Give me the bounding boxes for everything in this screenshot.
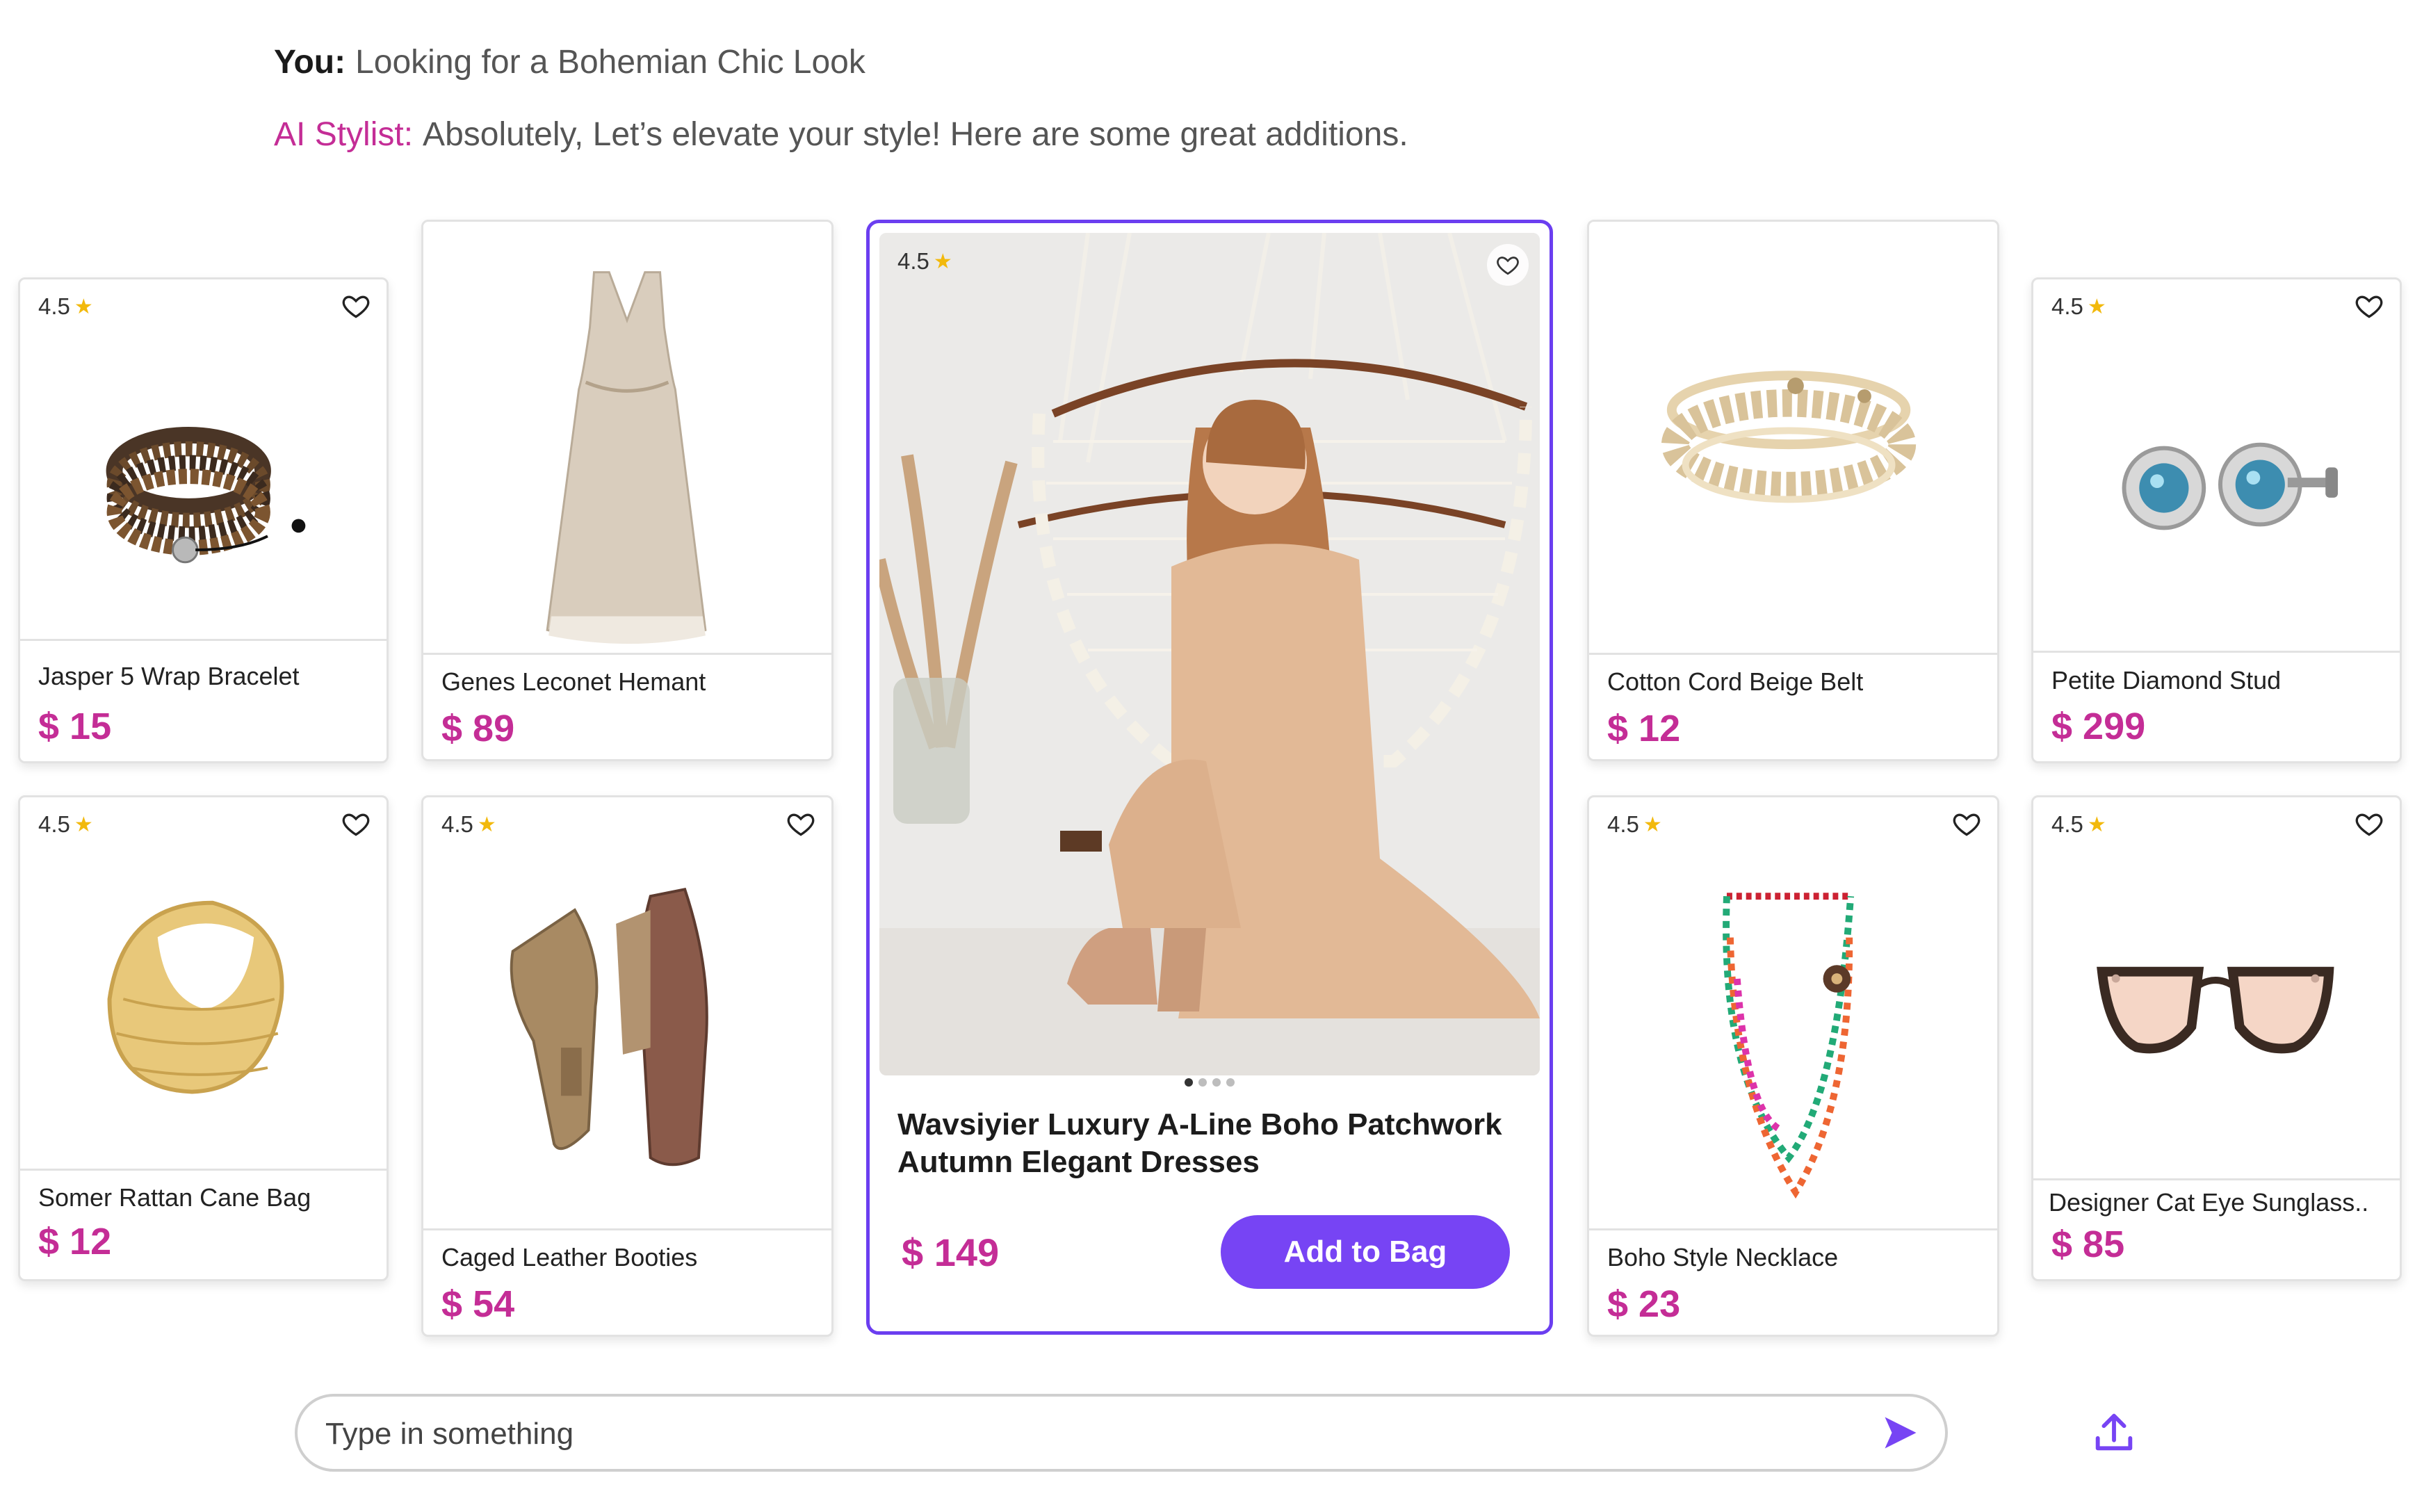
star-icon: ★ bbox=[74, 813, 93, 836]
product-price: $ 12 bbox=[38, 1221, 112, 1262]
product-name: Boho Style Necklace bbox=[1607, 1243, 1839, 1271]
star-icon: ★ bbox=[1643, 813, 1662, 836]
product-name: Somer Rattan Cane Bag bbox=[38, 1183, 311, 1212]
rating-value: 4.5 bbox=[1607, 811, 1639, 837]
product-card-booties[interactable]: 4.5 ★ Caged Leather Booties $ 54 bbox=[421, 795, 834, 1337]
featured-product-price: $ 149 bbox=[902, 1230, 1000, 1274]
rating-value: 4.5 bbox=[897, 248, 929, 274]
user-label: You: bbox=[274, 44, 346, 81]
card-divider bbox=[2033, 651, 2400, 653]
heart-outline-icon[interactable] bbox=[786, 808, 816, 839]
carousel-dot[interactable] bbox=[1212, 1078, 1221, 1087]
user-message-text: Looking for a Bohemian Chic Look bbox=[355, 44, 865, 81]
ai-label: AI Stylist: bbox=[274, 116, 414, 153]
product-card-bag[interactable]: 4.5 ★ Somer Rattan Cane Bag $ 12 bbox=[18, 795, 389, 1281]
product-image-booties bbox=[423, 867, 831, 1228]
product-name: Cotton Cord Beige Belt bbox=[1607, 667, 1864, 696]
chat-input-bar bbox=[295, 1394, 1948, 1472]
carousel-dots[interactable] bbox=[870, 1078, 1550, 1087]
rating-value: 4.5 bbox=[2051, 811, 2083, 837]
card-divider bbox=[423, 653, 831, 655]
star-icon: ★ bbox=[2087, 295, 2106, 318]
heart-outline-icon[interactable] bbox=[341, 291, 371, 321]
product-image-dress bbox=[423, 243, 831, 653]
rating-value: 4.5 bbox=[2051, 293, 2083, 319]
ai-message: AI Stylist: Absolutely, Let’s elevate you… bbox=[274, 115, 1408, 154]
add-to-bag-button[interactable]: Add to Bag bbox=[1221, 1215, 1510, 1289]
product-card-dress[interactable]: Genes Leconet Hemant $ 89 bbox=[421, 220, 834, 761]
product-name: Designer Cat Eye Sunglass.. bbox=[2049, 1188, 2369, 1217]
ai-message-text: Absolutely, Let’s elevate your style! He… bbox=[423, 116, 1408, 153]
heart-outline-icon[interactable] bbox=[341, 808, 371, 839]
user-message: You: Looking for a Bohemian Chic Look bbox=[274, 43, 865, 81]
rating: 4.5 ★ bbox=[897, 248, 952, 275]
product-card-necklace[interactable]: 4.5 ★ Boho Style Necklace $ 23 bbox=[1587, 795, 1999, 1337]
product-card-earrings[interactable]: 4.5 ★ Petite Diamond Stud $ 299 bbox=[2031, 277, 2402, 763]
product-image-bracelet bbox=[20, 342, 387, 634]
product-price: $ 85 bbox=[2051, 1224, 2125, 1265]
heart-outline-icon[interactable] bbox=[1951, 808, 1982, 839]
product-price: $ 12 bbox=[1607, 708, 1681, 749]
star-icon: ★ bbox=[74, 295, 93, 318]
rating-value: 4.5 bbox=[38, 293, 70, 319]
carousel-dot[interactable] bbox=[1185, 1078, 1193, 1087]
product-price: $ 23 bbox=[1607, 1283, 1681, 1325]
featured-product-image bbox=[879, 233, 1540, 1075]
featured-product-card[interactable]: 4.5 ★ Wavsiyier Luxury A-Line Boho Patchw… bbox=[866, 220, 1553, 1335]
heart-outline-icon[interactable] bbox=[2354, 808, 2384, 839]
rating: 4.5 ★ bbox=[38, 811, 93, 838]
product-name: Genes Leconet Hemant bbox=[441, 667, 706, 696]
star-icon: ★ bbox=[933, 250, 952, 273]
send-icon[interactable] bbox=[1880, 1412, 1921, 1454]
rating: 4.5 ★ bbox=[1607, 811, 1662, 838]
product-image-bag bbox=[20, 860, 387, 1152]
product-image-sunglasses bbox=[2033, 860, 2400, 1166]
card-divider bbox=[1589, 653, 1997, 655]
product-image-earrings bbox=[2033, 342, 2400, 634]
featured-product-title: Wavsiyier Luxury A-Line Boho Patchwork A… bbox=[897, 1107, 1502, 1179]
card-divider bbox=[1589, 1228, 1997, 1230]
card-divider bbox=[2033, 1178, 2400, 1180]
product-name: Caged Leather Booties bbox=[441, 1243, 698, 1271]
rating: 4.5 ★ bbox=[2051, 811, 2106, 838]
star-icon: ★ bbox=[477, 813, 496, 836]
product-price: $ 299 bbox=[2051, 706, 2146, 747]
upload-icon[interactable] bbox=[2090, 1408, 2138, 1456]
card-divider bbox=[20, 639, 387, 641]
product-price: $ 54 bbox=[441, 1283, 515, 1325]
rating: 4.5 ★ bbox=[441, 811, 496, 838]
card-divider bbox=[20, 1169, 387, 1171]
product-image-necklace bbox=[1589, 867, 1997, 1228]
product-image-belt bbox=[1589, 263, 1997, 653]
rating: 4.5 ★ bbox=[2051, 293, 2106, 320]
product-price: $ 15 bbox=[38, 706, 112, 747]
carousel-dot[interactable] bbox=[1226, 1078, 1235, 1087]
product-card-sunglasses[interactable]: 4.5 ★ Designer Cat Eye Sunglass.. $ 85 bbox=[2031, 795, 2402, 1281]
heart-outline-icon[interactable] bbox=[1487, 244, 1529, 286]
rating-value: 4.5 bbox=[38, 811, 70, 837]
chat-input[interactable] bbox=[324, 1411, 1842, 1458]
card-divider bbox=[423, 1228, 831, 1230]
product-card-bracelet[interactable]: 4.5 ★ Jasper 5 Wrap Bracelet $ 15 bbox=[18, 277, 389, 763]
heart-outline-icon[interactable] bbox=[2354, 291, 2384, 321]
product-card-belt[interactable]: Cotton Cord Beige Belt $ 12 bbox=[1587, 220, 1999, 761]
product-name: Jasper 5 Wrap Bracelet bbox=[38, 662, 300, 690]
product-name: Petite Diamond Stud bbox=[2051, 666, 2282, 694]
carousel-dot[interactable] bbox=[1198, 1078, 1207, 1087]
rating-value: 4.5 bbox=[441, 811, 473, 837]
product-price: $ 89 bbox=[441, 708, 515, 749]
rating: 4.5 ★ bbox=[38, 293, 93, 320]
star-icon: ★ bbox=[2087, 813, 2106, 836]
